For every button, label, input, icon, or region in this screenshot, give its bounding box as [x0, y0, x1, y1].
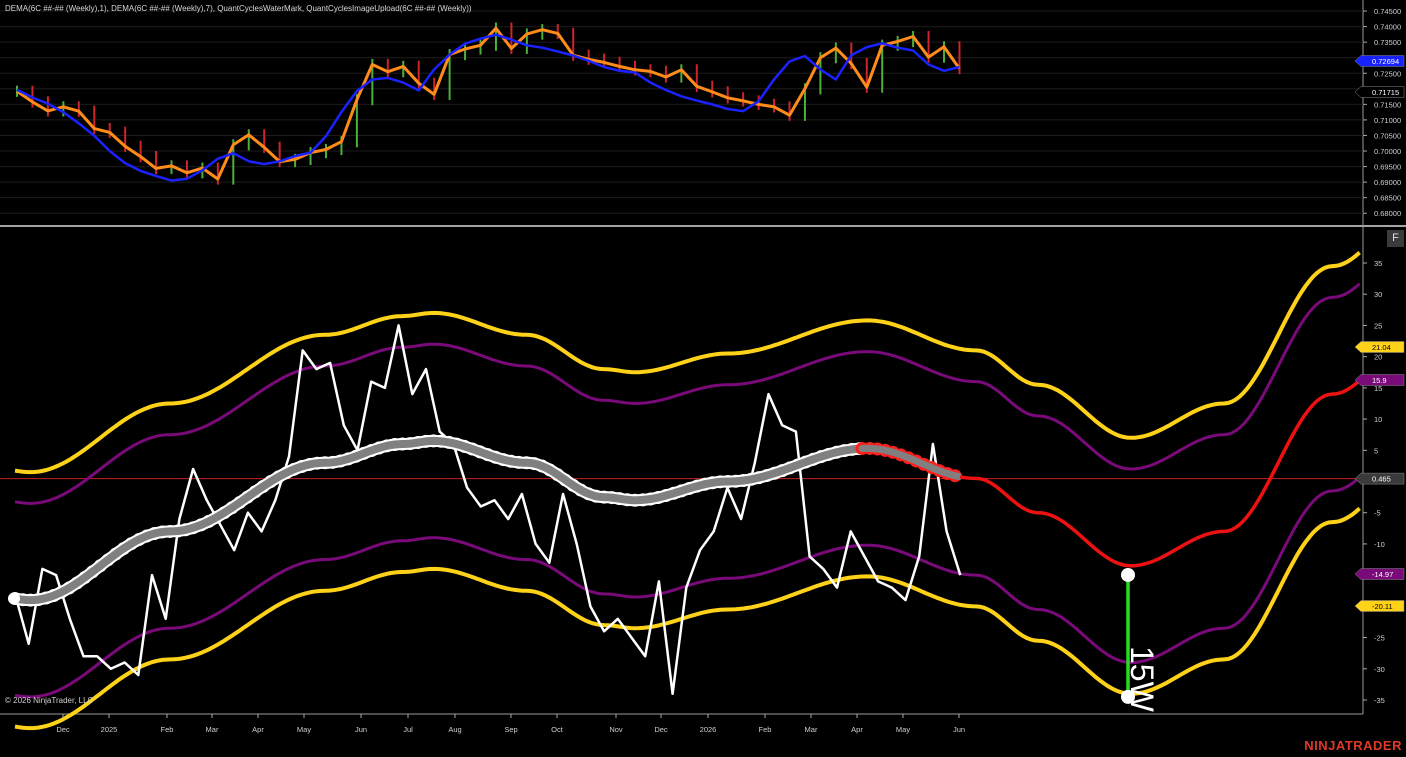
x-tick-label: May	[297, 725, 311, 734]
lower-outer-label-text: -20.11	[1372, 602, 1393, 611]
x-tick-label: Feb	[759, 725, 772, 734]
price-panel: 0.745000.740000.735000.730000.725000.720…	[0, 7, 1405, 218]
upper-outer-label-text: 21.04	[1372, 343, 1391, 352]
price-tick-label: 0.69000	[1374, 178, 1401, 187]
x-axis: Dec 2025 Feb Mar Apr May Jun Jul Aug Sep Oct Nov Dec…	[56, 714, 965, 734]
x-tick-label: Jul	[403, 725, 413, 734]
oscillator-line	[13, 324, 962, 696]
price-tick-label: 0.74500	[1374, 7, 1401, 16]
price-tick-label: 0.70000	[1374, 147, 1401, 156]
price-tick-label: 0.74000	[1374, 23, 1401, 32]
x-tick-label: 2025	[101, 725, 118, 734]
x-tick-label: Dec	[56, 725, 70, 734]
cycle-tick-label: 10	[1374, 415, 1382, 424]
midline-start-dot	[8, 592, 20, 605]
cycle-tick-label: 20	[1374, 353, 1382, 362]
brand-logo: NINJATRADER	[1304, 738, 1402, 753]
upper-inner-label-text: 15.9	[1372, 376, 1387, 385]
x-tick-label: Sep	[504, 725, 517, 734]
x-tick-label: Jun	[953, 725, 965, 734]
x-tick-label: Dec	[654, 725, 668, 734]
marker-top-dot	[1121, 567, 1135, 582]
upper-outer-band	[14, 250, 1361, 475]
x-tick-label: 2026	[700, 725, 717, 734]
last-price-label-text: 0.71715	[1372, 88, 1399, 97]
x-tick-label: May	[896, 725, 910, 734]
indicator-header: DEMA(6C ##-## (Weekly),1), DEMA(6C ##-##…	[5, 4, 472, 13]
x-tick-label: Mar	[805, 725, 818, 734]
upper-inner-band	[14, 282, 1361, 505]
x-tick-label: Feb	[161, 725, 174, 734]
price-tick-label: 0.73500	[1374, 38, 1401, 47]
x-tick-label: Apr	[252, 725, 264, 734]
dema-line	[16, 33, 960, 182]
cycle-tick-label: -25	[1374, 634, 1385, 643]
cycle-tick-label: 30	[1374, 290, 1382, 299]
cycle-panel: 35302520151050-5-10-15-20-25-30-3515W21.…	[0, 250, 1405, 731]
copyright-text: © 2026 NinjaTrader, LLC	[5, 696, 94, 705]
cycle-tick-label: -35	[1374, 696, 1385, 705]
cycle-tick-label: -10	[1374, 540, 1385, 549]
cycle-tick-label: -30	[1374, 665, 1385, 674]
cycle-tick-label: 35	[1374, 259, 1382, 268]
chart-canvas: 0.745000.740000.735000.730000.725000.720…	[0, 0, 1406, 734]
x-tick-label: Nov	[609, 725, 623, 734]
price-tick-label: 0.69500	[1374, 163, 1401, 172]
last-value-label-text: 0.465	[1372, 475, 1391, 484]
x-tick-label: Aug	[448, 725, 461, 734]
cycle-length-label: 15W	[1124, 646, 1160, 713]
x-tick-label: Apr	[851, 725, 863, 734]
price-line	[16, 26, 961, 181]
price-tick-label: 0.70500	[1374, 131, 1401, 140]
cycle-tick-label: 25	[1374, 321, 1382, 330]
price-tick-label: 0.68000	[1374, 209, 1401, 218]
panel-f-button[interactable]: F	[1387, 230, 1404, 247]
x-tick-label: Mar	[206, 725, 219, 734]
price-tick-label: 0.68500	[1374, 194, 1401, 203]
price-tick-label: 0.71500	[1374, 100, 1401, 109]
cycle-tick-label: -5	[1374, 509, 1381, 518]
dema-price-label-text: 0.72694	[1372, 57, 1399, 66]
price-tick-label: 0.72500	[1374, 69, 1401, 78]
midline-outline	[9, 434, 866, 607]
x-tick-label: Jun	[355, 725, 367, 734]
midline	[11, 436, 864, 605]
lower-inner-label-text: -14.97	[1372, 570, 1393, 579]
cycle-tick-label: 5	[1374, 446, 1378, 455]
x-tick-label: Oct	[551, 725, 564, 734]
price-tick-label: 0.71000	[1374, 116, 1401, 125]
